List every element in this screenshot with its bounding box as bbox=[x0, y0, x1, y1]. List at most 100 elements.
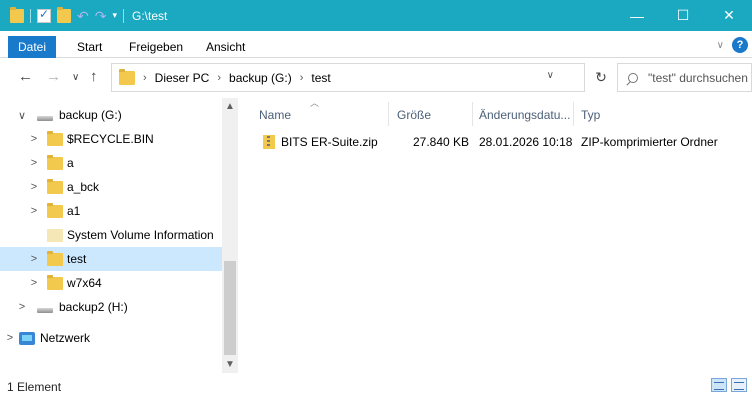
status-bar: 1 Element bbox=[0, 374, 752, 396]
folder-icon bbox=[10, 6, 24, 23]
nav-item-label: test bbox=[67, 252, 87, 266]
folder-icon bbox=[47, 274, 63, 290]
nav-item-label: $RECYCLE.BIN bbox=[67, 132, 154, 146]
chevron-right-icon[interactable]: > bbox=[28, 181, 40, 193]
file-type: ZIP-komprimierter Ordner bbox=[581, 135, 718, 149]
tab-ansicht[interactable]: Ansicht bbox=[196, 36, 255, 58]
new-folder-icon[interactable] bbox=[57, 6, 71, 23]
chevron-right-icon[interactable]: › bbox=[300, 72, 304, 84]
redo-icon[interactable]: ↷ bbox=[95, 9, 107, 23]
network-icon bbox=[19, 331, 35, 345]
column-header: ︿ Name Größe Änderungsdatu... Typ bbox=[250, 98, 752, 128]
address-dropdown-icon[interactable]: ∨ bbox=[547, 70, 554, 81]
chevron-right-icon[interactable]: > bbox=[16, 301, 28, 313]
column-type[interactable]: Typ bbox=[581, 108, 600, 122]
scrollbar-thumb[interactable] bbox=[224, 261, 236, 355]
zip-folder-icon bbox=[263, 135, 275, 149]
chevron-right-icon[interactable]: > bbox=[28, 277, 40, 289]
refresh-button[interactable]: ↻ bbox=[587, 63, 615, 92]
chevron-right-icon[interactable]: > bbox=[4, 332, 16, 344]
file-size: 27.840 KB bbox=[413, 135, 470, 149]
item-count: 1 Element bbox=[7, 380, 62, 394]
nav-item-label: backup (G:) bbox=[59, 108, 122, 122]
help-icon[interactable]: ? bbox=[732, 37, 748, 53]
divider bbox=[30, 8, 31, 23]
navigation-bar: ← → ∨ ↑ › Dieser PC › backup (G:) › test… bbox=[0, 58, 752, 98]
large-icons-view-icon[interactable] bbox=[731, 378, 747, 392]
chevron-down-icon[interactable]: ∨ bbox=[717, 40, 724, 51]
title-bar: ↶ ↷ ▾ G:\test — ☐ ✕ bbox=[0, 0, 752, 31]
nav-item-netzwerk[interactable]: > Netzwerk bbox=[0, 326, 222, 350]
search-box[interactable]: "test" durchsuchen bbox=[617, 63, 752, 92]
column-divider[interactable] bbox=[472, 102, 473, 126]
folder-icon bbox=[47, 178, 63, 194]
navigation-pane: ∨ backup (G:) > $RECYCLE.BIN > a > a_bck… bbox=[0, 98, 222, 373]
column-divider[interactable] bbox=[388, 102, 389, 126]
folder-icon bbox=[47, 250, 63, 266]
search-input[interactable]: "test" durchsuchen bbox=[648, 71, 748, 85]
details-view-icon[interactable] bbox=[711, 378, 727, 392]
address-bar[interactable]: › Dieser PC › backup (G:) › test ∨ bbox=[111, 63, 585, 92]
breadcrumb: › Dieser PC › backup (G:) › test bbox=[143, 71, 331, 85]
folder-icon bbox=[47, 202, 63, 218]
nav-item-label: a_bck bbox=[67, 180, 100, 194]
window-controls: — ☐ ✕ bbox=[614, 0, 752, 31]
drive-icon bbox=[37, 307, 53, 313]
table-row[interactable]: BITS ER-Suite.zip 27.840 KB 28.01.2026 1… bbox=[250, 131, 740, 153]
breadcrumb-this-pc[interactable]: Dieser PC bbox=[155, 71, 210, 85]
chevron-right-icon[interactable]: › bbox=[217, 72, 221, 84]
nav-item-test[interactable]: > test bbox=[0, 247, 222, 271]
column-modified[interactable]: Änderungsdatu... bbox=[479, 108, 570, 122]
maximize-button[interactable]: ☐ bbox=[660, 0, 706, 31]
file-modified: 28.01.2026 10:18 bbox=[479, 135, 573, 149]
nav-item-label: a bbox=[67, 156, 74, 170]
nav-item-w7x64[interactable]: > w7x64 bbox=[0, 271, 222, 295]
nav-item-recycle-bin[interactable]: > $RECYCLE.BIN bbox=[0, 127, 222, 151]
nav-item-a1[interactable]: > a1 bbox=[0, 199, 222, 223]
chevron-right-icon[interactable]: > bbox=[28, 157, 40, 169]
chevron-down-icon[interactable]: ∨ bbox=[16, 109, 28, 122]
minimize-button[interactable]: — bbox=[614, 0, 660, 31]
sort-caret-icon: ︿ bbox=[310, 98, 320, 108]
column-divider[interactable] bbox=[573, 102, 574, 126]
folder-icon bbox=[47, 154, 63, 170]
scroll-down-icon[interactable]: ▼ bbox=[222, 356, 238, 373]
column-size[interactable]: Größe bbox=[397, 108, 431, 122]
nav-item-backup-g[interactable]: ∨ backup (G:) bbox=[0, 103, 222, 127]
column-name[interactable]: Name bbox=[259, 108, 291, 122]
back-button[interactable]: ← bbox=[18, 68, 33, 85]
tab-start[interactable]: Start bbox=[67, 36, 112, 58]
window-title: G:\test bbox=[132, 8, 168, 23]
chevron-right-icon[interactable]: > bbox=[28, 205, 40, 217]
chevron-right-icon: › bbox=[143, 71, 147, 84]
scroll-up-icon[interactable]: ▲ bbox=[222, 98, 238, 115]
chevron-right-icon[interactable]: > bbox=[28, 253, 40, 265]
properties-icon[interactable] bbox=[37, 7, 51, 23]
nav-item-label: Netzwerk bbox=[40, 331, 91, 345]
close-button[interactable]: ✕ bbox=[706, 0, 752, 31]
tab-freigeben[interactable]: Freigeben bbox=[119, 36, 193, 58]
ribbon: Datei Start Freigeben Ansicht ∨ ? bbox=[0, 31, 752, 58]
search-icon bbox=[628, 72, 638, 83]
breadcrumb-test[interactable]: test bbox=[311, 71, 330, 85]
nav-item-system-volume-information[interactable]: System Volume Information bbox=[0, 223, 222, 247]
undo-icon[interactable]: ↶ bbox=[77, 9, 89, 23]
file-list: ︿ Name Größe Änderungsdatu... Typ BITS E… bbox=[250, 98, 752, 373]
breadcrumb-backup[interactable]: backup (G:) bbox=[229, 71, 292, 85]
file-name: BITS ER-Suite.zip bbox=[281, 135, 378, 149]
divider bbox=[123, 8, 124, 23]
folder-icon bbox=[119, 68, 135, 85]
chevron-right-icon[interactable]: > bbox=[28, 133, 40, 145]
nav-item-a-bck[interactable]: > a_bck bbox=[0, 175, 222, 199]
forward-button[interactable]: → bbox=[46, 68, 61, 85]
recent-locations-icon[interactable]: ∨ bbox=[72, 72, 79, 83]
nav-scrollbar[interactable]: ▲ ▼ bbox=[222, 98, 238, 373]
up-button[interactable]: ↑ bbox=[90, 68, 98, 85]
folder-icon bbox=[47, 228, 63, 242]
nav-item-label: w7x64 bbox=[67, 276, 102, 290]
nav-item-backup2-h[interactable]: > backup2 (H:) bbox=[0, 295, 222, 319]
nav-item-a[interactable]: > a bbox=[0, 151, 222, 175]
customize-quick-access-icon[interactable]: ▾ bbox=[112, 10, 117, 21]
nav-item-label: backup2 (H:) bbox=[59, 300, 128, 314]
tab-datei[interactable]: Datei bbox=[8, 36, 57, 58]
